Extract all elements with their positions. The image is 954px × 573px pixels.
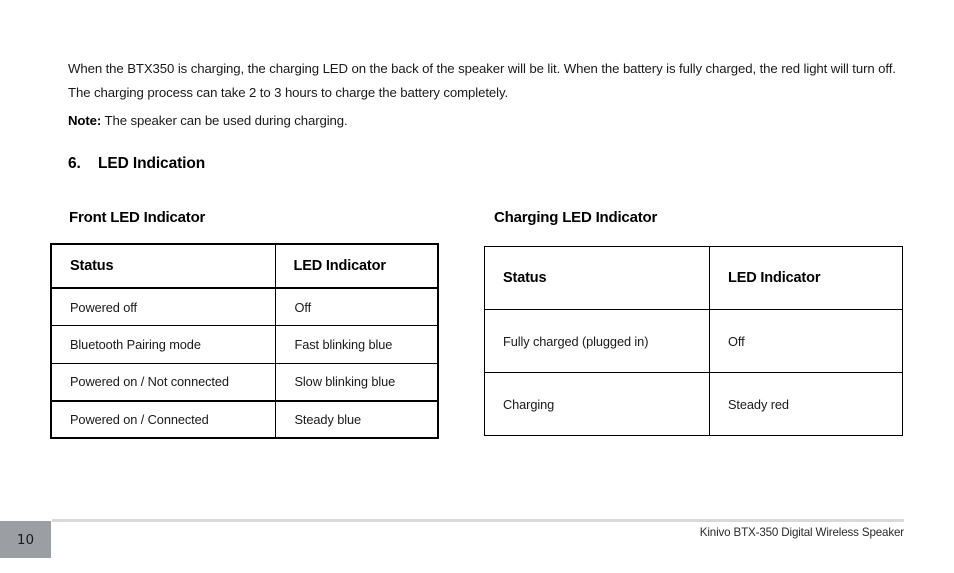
table-row: Fully charged (plugged in) Off <box>484 309 903 373</box>
table-row: Powered off Off <box>50 287 439 326</box>
cell-led-indicator: Off <box>274 287 439 326</box>
section-number: 6. <box>68 154 81 172</box>
column-header-led-indicator: LED Indicator <box>274 243 439 289</box>
cell-status: Fully charged (plugged in) <box>484 309 710 373</box>
column-header-status: Status <box>50 243 276 289</box>
page-number: 10 <box>16 531 35 548</box>
footer-divider <box>52 519 904 522</box>
page-title: 6. LED Indication <box>68 155 205 173</box>
front-led-indicator-table: Status LED Indicator Powered off Off Blu… <box>50 243 439 439</box>
table-row: Powered on / Connected Steady blue <box>50 399 439 439</box>
intro-paragraph: When the BTX350 is charging, the chargin… <box>68 61 896 101</box>
note-paragraph: Note: The speaker can be used during cha… <box>68 109 768 133</box>
cell-status: Powered on / Connected <box>50 399 276 439</box>
column-header-led-indicator: LED Indicator <box>709 246 903 310</box>
cell-led-indicator: Fast blinking blue <box>274 325 439 364</box>
page-number-badge: 10 <box>0 521 51 558</box>
cell-status: Bluetooth Pairing mode <box>50 325 276 364</box>
cell-led-indicator: Steady red <box>709 372 903 436</box>
column-header-status: Status <box>484 246 710 310</box>
table-row: Powered on / Not connected Slow blinking… <box>50 362 439 401</box>
cell-led-indicator: Steady blue <box>274 399 439 439</box>
note-label: Note: <box>68 113 102 129</box>
table-header-row: Status LED Indicator <box>484 246 903 310</box>
charging-led-indicator-table: Status LED Indicator Fully charged (plug… <box>484 246 903 436</box>
cell-led-indicator: Slow blinking blue <box>274 362 439 401</box>
front-led-table-caption: Front LED Indicator <box>69 209 206 226</box>
cell-led-indicator: Off <box>709 309 903 373</box>
charging-led-table-caption: Charging LED Indicator <box>494 209 658 226</box>
table-header-row: Status LED Indicator <box>50 243 439 289</box>
table-row: Bluetooth Pairing mode Fast blinking blu… <box>50 325 439 364</box>
cell-status: Charging <box>484 372 710 436</box>
cell-status: Powered off <box>50 287 276 326</box>
table-row: Charging Steady red <box>484 372 903 436</box>
section-title: LED Indication <box>98 154 206 172</box>
document-page: When the BTX350 is charging, the chargin… <box>0 0 954 573</box>
cell-status: Powered on / Not connected <box>50 362 276 401</box>
footer-document-title: Kinivo BTX-350 Digital Wireless Speaker <box>699 526 904 539</box>
note-text: The speaker can be used during charging. <box>101 113 348 129</box>
